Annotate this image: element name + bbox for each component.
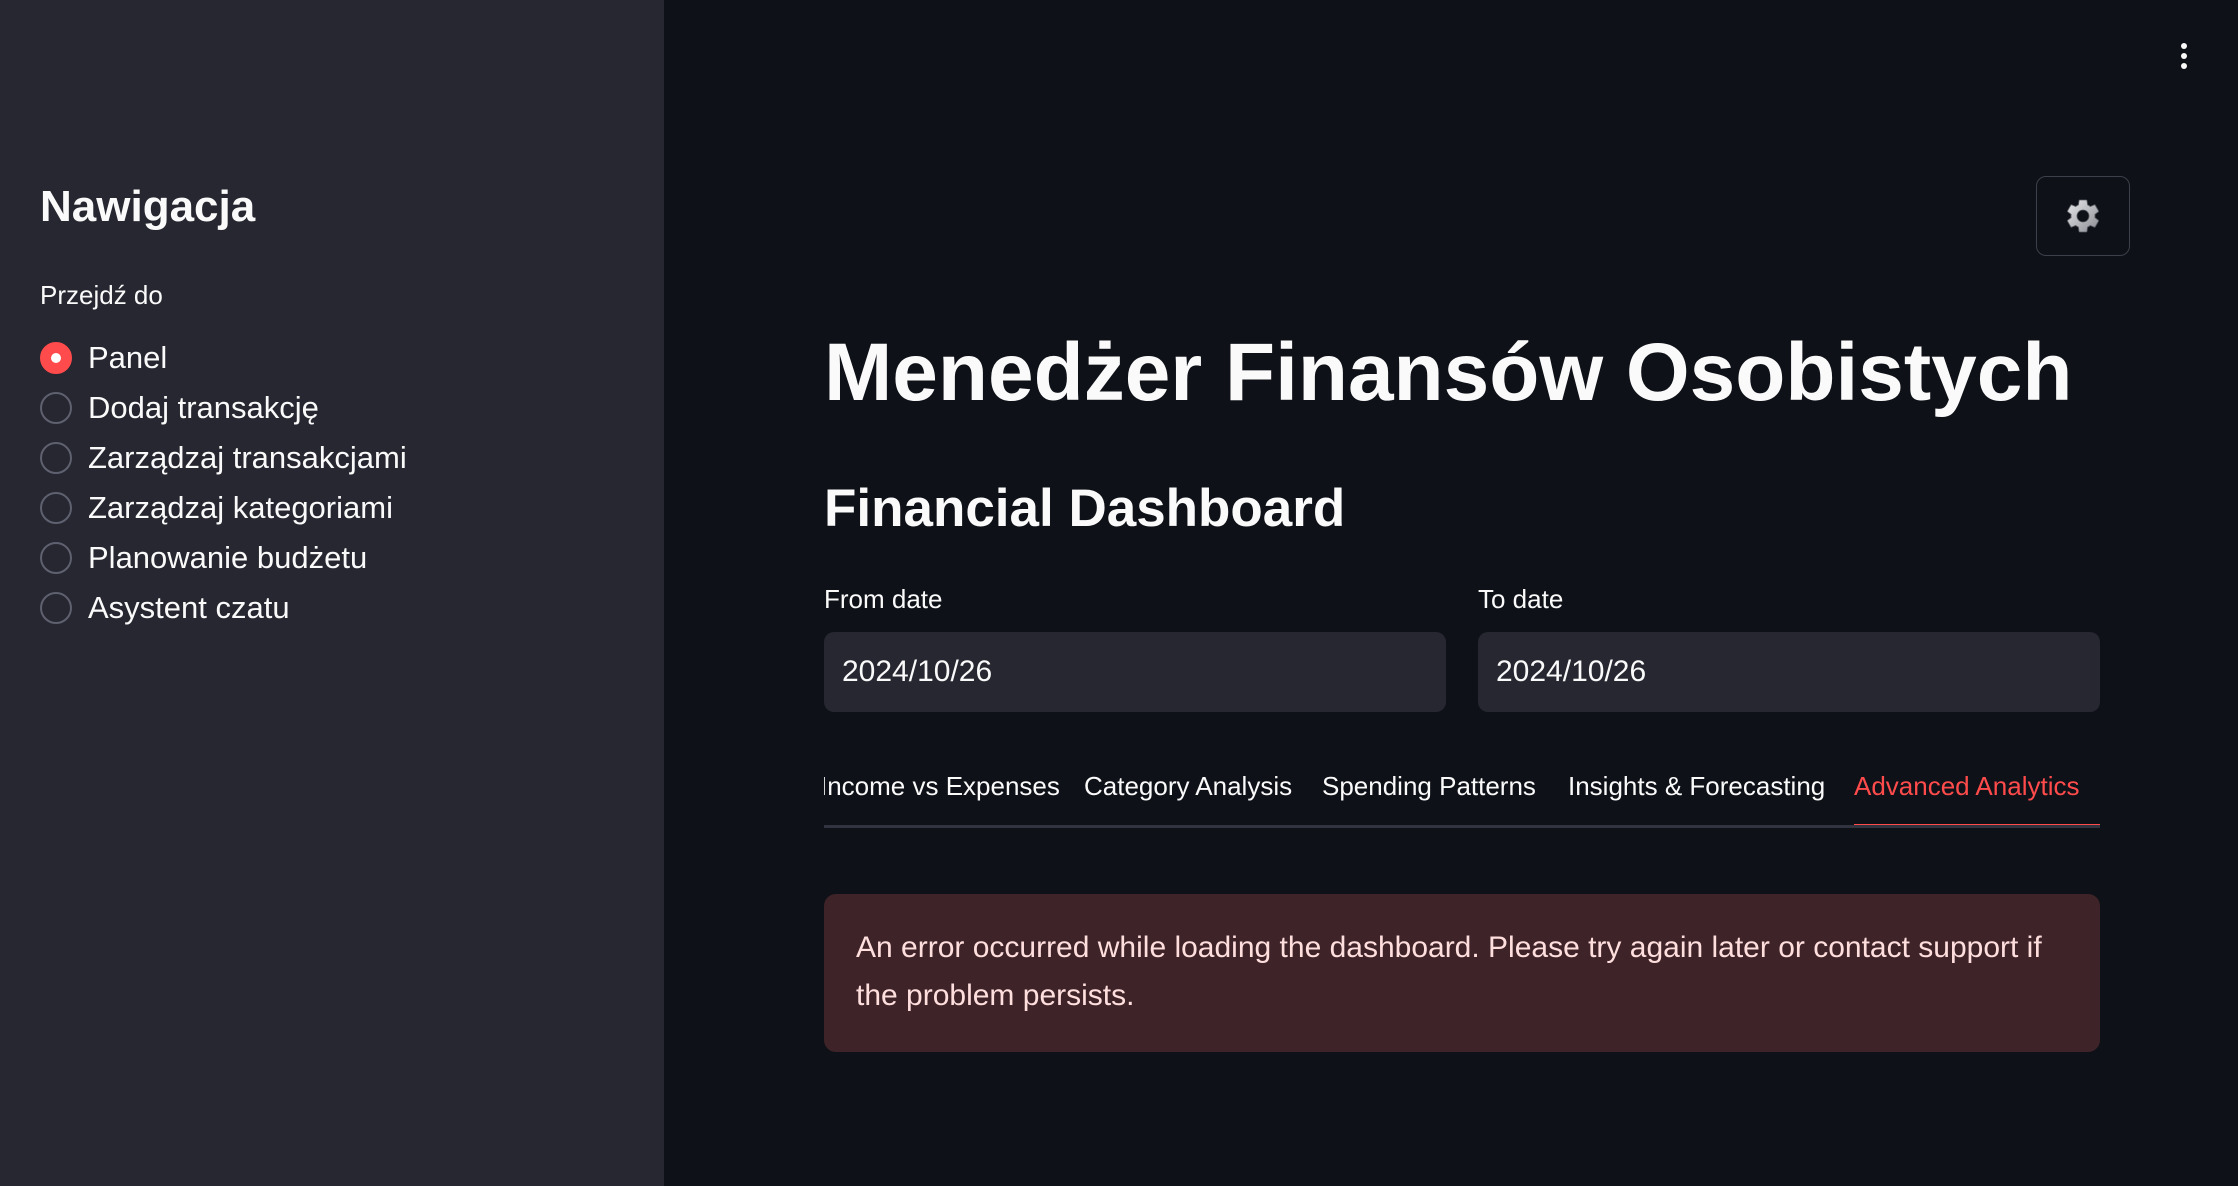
nav-radio-label: Panel <box>88 340 168 375</box>
nav-radio-budget-planning[interactable]: Planowanie budżetu <box>40 533 407 583</box>
tab-category-analysis[interactable]: Category Analysis <box>1084 760 1292 825</box>
tab-income-vs-expenses[interactable]: Income vs Expenses <box>824 760 1060 825</box>
more-vertical-icon <box>2181 63 2187 69</box>
dashboard-title: Financial Dashboard <box>824 479 1346 538</box>
nav-radio-chat-assistant[interactable]: Asystent czatu <box>40 583 407 633</box>
to-date-input[interactable] <box>1478 632 2100 712</box>
radio-selected-icon[interactable] <box>40 342 72 374</box>
sidebar-title: Nawigacja <box>40 182 256 231</box>
to-date-label: To date <box>1478 584 1564 614</box>
error-alert: An error occurred while loading the dash… <box>824 894 2100 1052</box>
nav-radio-manage-categories[interactable]: Zarządzaj kategoriami <box>40 483 407 533</box>
active-tab-indicator <box>1854 824 2100 825</box>
nav-radio-manage-transactions[interactable]: Zarządzaj transakcjami <box>40 433 407 483</box>
more-vertical-icon <box>2181 43 2187 49</box>
nav-radio-label: Zarządzaj kategoriami <box>88 490 393 525</box>
main-menu-button[interactable] <box>2162 36 2206 76</box>
nav-radio-label: Dodaj transakcję <box>88 390 319 425</box>
from-date-label: From date <box>824 584 943 614</box>
sidebar: Nawigacja Przejdź do Panel Dodaj transak… <box>0 0 664 1186</box>
gear-icon <box>2067 199 2099 233</box>
nav-radio-label: Asystent czatu <box>88 590 290 625</box>
radio-group-label: Przejdź do <box>40 280 163 310</box>
page-title: Menedżer Finansów Osobistych <box>824 327 2073 418</box>
tab-advanced-analytics[interactable]: Advanced Analytics <box>1854 760 2079 825</box>
tab-spending-patterns[interactable]: Spending Patterns <box>1322 760 1536 825</box>
tab-insights-forecasting[interactable]: Insights & Forecasting <box>1568 760 1825 825</box>
nav-radio-label: Zarządzaj transakcjami <box>88 440 407 475</box>
dashboard-tabs: Income vs Expenses Category Analysis Spe… <box>824 760 2100 828</box>
settings-button[interactable] <box>2036 176 2130 256</box>
radio-unselected-icon[interactable] <box>40 442 72 474</box>
nav-radio-add-transaction[interactable]: Dodaj transakcję <box>40 383 407 433</box>
radio-unselected-icon[interactable] <box>40 542 72 574</box>
nav-radio-panel[interactable]: Panel <box>40 333 407 383</box>
radio-unselected-icon[interactable] <box>40 592 72 624</box>
more-vertical-icon <box>2181 53 2187 59</box>
radio-unselected-icon[interactable] <box>40 392 72 424</box>
navigation-radio-group: Panel Dodaj transakcję Zarządzaj transak… <box>40 333 407 633</box>
radio-unselected-icon[interactable] <box>40 492 72 524</box>
nav-radio-label: Planowanie budżetu <box>88 540 368 575</box>
from-date-input[interactable] <box>824 632 1446 712</box>
